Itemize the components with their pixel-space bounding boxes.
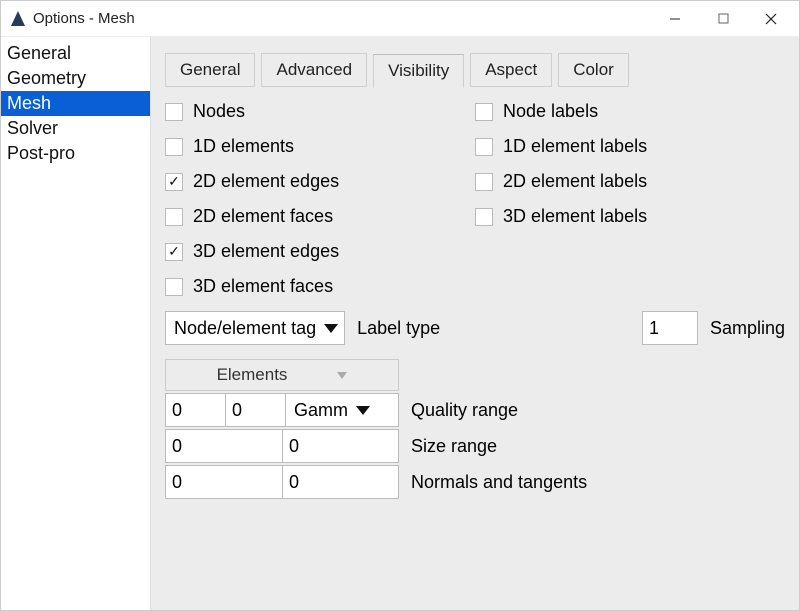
check-3d-element-faces[interactable]: 3D element faces: [165, 276, 445, 297]
quality-metric-select[interactable]: Gamm: [285, 393, 399, 427]
normals-input-b[interactable]: 0: [282, 465, 399, 499]
sidebar-item-post-pro[interactable]: Post-pro: [1, 141, 150, 166]
tabs: General Advanced Visibility Aspect Color: [165, 53, 785, 87]
check-2d-element-labels[interactable]: 2D element labels: [475, 171, 755, 192]
label-type-label: Label type: [357, 318, 440, 339]
checkbox-icon: [165, 138, 183, 156]
sidebar-item-geometry[interactable]: Geometry: [1, 66, 150, 91]
cell-value: 0: [172, 400, 182, 421]
cell-value: 0: [232, 400, 242, 421]
main-panel: General Advanced Visibility Aspect Color…: [151, 37, 799, 610]
check-label: 3D element edges: [193, 241, 339, 262]
quality-min-input[interactable]: 0: [165, 393, 225, 427]
check-label: 2D element faces: [193, 206, 333, 227]
checkbox-icon: [475, 208, 493, 226]
checkbox-icon: [475, 173, 493, 191]
label-type-row: Node/element tag Label type 1 Sampling: [165, 311, 785, 345]
quality-range-row: 0 0 Gamm Quality range: [165, 393, 785, 427]
check-2d-element-faces[interactable]: 2D element faces: [165, 206, 445, 227]
tab-advanced[interactable]: Advanced: [261, 53, 367, 87]
normals-input-a[interactable]: 0: [165, 465, 282, 499]
check-label: 2D element edges: [193, 171, 339, 192]
app-icon: [9, 10, 27, 28]
quality-range-label: Quality range: [411, 400, 518, 421]
chevron-down-icon: [324, 324, 338, 333]
check-node-labels[interactable]: Node labels: [475, 101, 755, 122]
check-1d-element-labels[interactable]: 1D element labels: [475, 136, 755, 157]
quality-max-input[interactable]: 0: [225, 393, 285, 427]
size-min-input[interactable]: 0: [165, 429, 282, 463]
cell-value: 0: [172, 436, 182, 457]
select-value: Node/element tag: [174, 318, 316, 339]
maximize-button[interactable]: [699, 3, 747, 35]
titlebar: Options - Mesh: [1, 1, 799, 37]
close-button[interactable]: [747, 3, 795, 35]
size-range-row: 0 0 Size range: [165, 429, 785, 463]
sampling-label: Sampling: [710, 318, 785, 339]
check-label: Node labels: [503, 101, 598, 122]
label-type-select[interactable]: Node/element tag: [165, 311, 345, 345]
check-nodes[interactable]: Nodes: [165, 101, 445, 122]
check-label: 1D elements: [193, 136, 294, 157]
tab-general[interactable]: General: [165, 53, 255, 87]
cell-value: 0: [172, 472, 182, 493]
sidebar-item-general[interactable]: General: [1, 41, 150, 66]
check-label: 1D element labels: [503, 136, 647, 157]
sidebar-item-mesh[interactable]: Mesh: [1, 91, 150, 116]
checkbox-icon: ✓: [165, 243, 183, 261]
minimize-button[interactable]: [651, 3, 699, 35]
window-title: Options - Mesh: [33, 10, 135, 27]
check-label: Nodes: [193, 101, 245, 122]
check-1d-elements[interactable]: 1D elements: [165, 136, 445, 157]
checkbox-icon: [475, 138, 493, 156]
tab-color[interactable]: Color: [558, 53, 629, 87]
select-value: Gamm: [294, 400, 348, 421]
cell-value: 0: [289, 472, 299, 493]
checkbox-icon: [165, 278, 183, 296]
size-max-input[interactable]: 0: [282, 429, 399, 463]
elements-header[interactable]: Elements: [165, 359, 399, 391]
check-3d-element-edges[interactable]: ✓ 3D element edges: [165, 241, 445, 262]
checkbox-icon: [165, 208, 183, 226]
checkbox-grid: Nodes Node labels 1D elements 1D element…: [165, 101, 785, 297]
sampling-value: 1: [649, 318, 659, 339]
cell-value: 0: [289, 436, 299, 457]
tab-visibility[interactable]: Visibility: [373, 54, 464, 88]
tab-aspect[interactable]: Aspect: [470, 53, 552, 87]
check-3d-element-labels[interactable]: 3D element labels: [475, 206, 755, 227]
chevron-down-icon: [337, 372, 347, 379]
sampling-input[interactable]: 1: [642, 311, 698, 345]
normals-label: Normals and tangents: [411, 472, 587, 493]
chevron-down-icon: [356, 406, 370, 415]
checkbox-icon: ✓: [165, 173, 183, 191]
elements-header-label: Elements: [217, 365, 288, 385]
check-2d-element-edges[interactable]: ✓ 2D element edges: [165, 171, 445, 192]
checkbox-icon: [475, 103, 493, 121]
sidebar: General Geometry Mesh Solver Post-pro: [1, 37, 151, 610]
checkbox-icon: [165, 103, 183, 121]
normals-row: 0 0 Normals and tangents: [165, 465, 785, 499]
sidebar-item-solver[interactable]: Solver: [1, 116, 150, 141]
check-label: 3D element faces: [193, 276, 333, 297]
size-range-label: Size range: [411, 436, 497, 457]
check-label: 3D element labels: [503, 206, 647, 227]
check-label: 2D element labels: [503, 171, 647, 192]
content: General Geometry Mesh Solver Post-pro Ge…: [1, 37, 799, 610]
options-window: Options - Mesh General Geometry Mesh Sol…: [0, 0, 800, 611]
